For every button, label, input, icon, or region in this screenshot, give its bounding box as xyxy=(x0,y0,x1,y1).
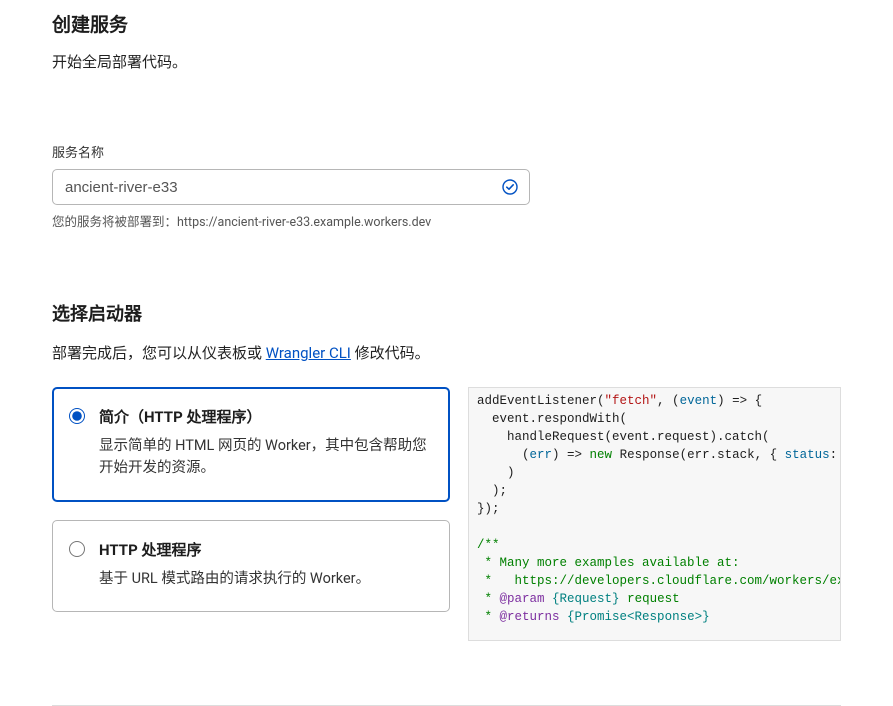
page-title: 创建服务 xyxy=(52,10,841,37)
service-name-label: 服务名称 xyxy=(52,142,841,161)
starter-radio-http[interactable] xyxy=(69,541,85,557)
deploy-hint: 您的服务将被部署到：https://ancient-river-e33.exam… xyxy=(52,211,841,230)
option-title: HTTP 处理程序 xyxy=(99,539,370,560)
hint-prefix: 您的服务将被部署到： xyxy=(52,215,177,230)
check-circle-icon xyxy=(502,179,518,195)
page-subtitle: 开始全局部署代码。 xyxy=(52,51,841,72)
starter-layout: 简介（HTTP 处理程序） 显示简单的 HTML 网页的 Worker，其中包含… xyxy=(52,387,841,641)
options-column: 简介（HTTP 处理程序） 显示简单的 HTML 网页的 Worker，其中包含… xyxy=(52,387,450,630)
option-body: HTTP 处理程序 基于 URL 模式路由的请求执行的 Worker。 xyxy=(99,539,370,590)
code-preview-pane[interactable]: addEventListener("fetch", (event) => { e… xyxy=(468,387,841,641)
starter-section-desc: 部署完成后，您可以从仪表板或 Wrangler CLI 修改代码。 xyxy=(52,342,841,363)
service-name-input-wrap xyxy=(52,169,530,205)
code-preview: addEventListener("fetch", (event) => { e… xyxy=(469,388,841,630)
wrangler-cli-link[interactable]: Wrangler CLI xyxy=(266,344,351,362)
hint-url: https://ancient-river-e33.example.worker… xyxy=(177,215,431,230)
starter-option-http[interactable]: HTTP 处理程序 基于 URL 模式路由的请求执行的 Worker。 xyxy=(52,520,450,613)
option-body: 简介（HTTP 处理程序） 显示简单的 HTML 网页的 Worker，其中包含… xyxy=(99,406,433,479)
option-desc: 显示简单的 HTML 网页的 Worker，其中包含帮助您开始开发的资源。 xyxy=(99,435,433,479)
starter-radio-intro[interactable] xyxy=(69,408,85,424)
service-name-input[interactable] xyxy=(52,169,530,205)
desc-post: 修改代码。 xyxy=(351,344,430,362)
option-title: 简介（HTTP 处理程序） xyxy=(99,406,433,427)
desc-pre: 部署完成后，您可以从仪表板或 xyxy=(52,344,266,362)
starter-option-intro[interactable]: 简介（HTTP 处理程序） 显示简单的 HTML 网页的 Worker，其中包含… xyxy=(52,387,450,502)
option-desc: 基于 URL 模式路由的请求执行的 Worker。 xyxy=(99,568,370,590)
starter-section-title: 选择启动器 xyxy=(52,300,841,326)
